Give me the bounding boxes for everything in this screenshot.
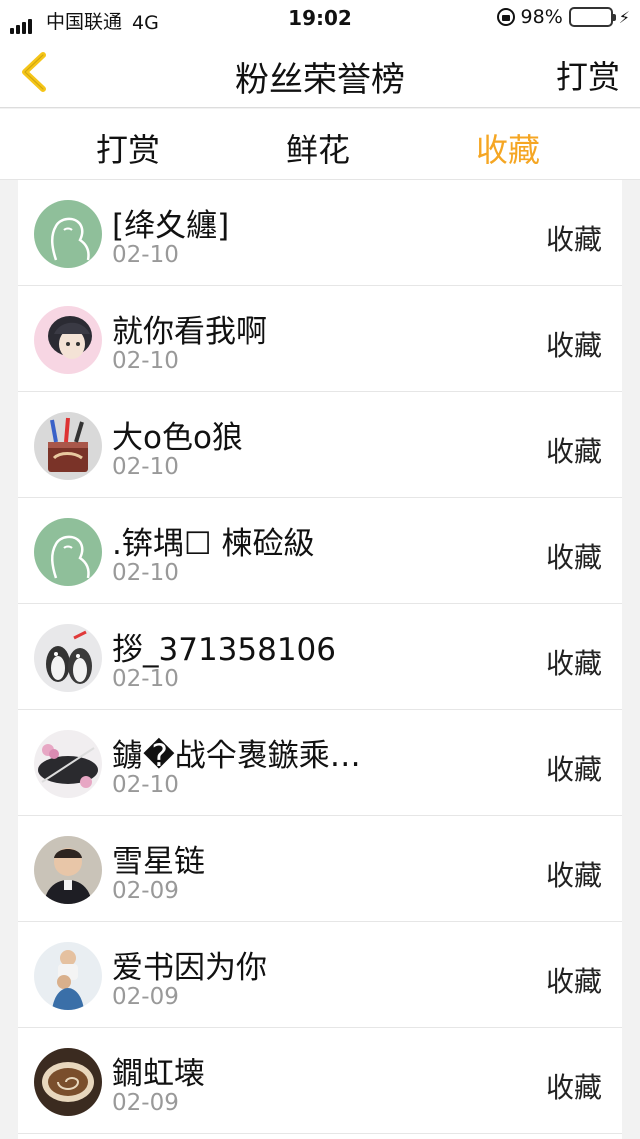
fan-name: 鐗虹壊 — [112, 1056, 205, 1092]
list-item[interactable]: 就你看我啊 02-10 收藏 — [18, 286, 622, 392]
list-item[interactable]: 拶_371358106 02-10 收藏 — [18, 604, 622, 710]
fan-action: 收藏 — [545, 223, 602, 256]
fan-name: 就你看我啊 — [112, 314, 267, 350]
fan-name: 大o色o狼 — [112, 420, 243, 456]
fan-date: 02-10 — [112, 666, 179, 692]
fan-date: 02-09 — [112, 1090, 179, 1116]
avatar — [34, 1048, 102, 1116]
fan-date: 02-10 — [112, 772, 179, 798]
charging-icon: ⚡ — [618, 7, 630, 27]
avatar — [34, 836, 102, 904]
fan-date: 02-09 — [112, 984, 179, 1010]
fan-date: 02-10 — [112, 242, 179, 268]
list-item[interactable]: 鐗虹壊 02-09 收藏 — [18, 1028, 622, 1134]
reward-button[interactable]: 打赏 — [556, 52, 620, 98]
page-title: 粉丝荣誉榜 — [235, 60, 405, 100]
list-item[interactable]: 雪星链 02-09 收藏 — [18, 816, 622, 922]
tab-flowers[interactable]: 鲜花 — [286, 125, 350, 171]
fan-date: 02-10 — [112, 348, 179, 374]
avatar — [34, 624, 102, 692]
fan-action: 收藏 — [545, 753, 602, 786]
fan-name: 鐪�战仐褢鏃乘… — [112, 738, 361, 774]
avatar — [34, 412, 102, 480]
tab-reward[interactable]: 打赏 — [96, 125, 160, 171]
rotation-lock-icon — [496, 8, 515, 26]
fan-action: 收藏 — [545, 1071, 602, 1104]
fan-date: 02-10 — [112, 454, 179, 480]
list-item[interactable]: 鐪�战仐褢鏃乘… 02-10 收藏 — [18, 710, 622, 816]
fan-action: 收藏 — [545, 965, 602, 998]
avatar — [34, 200, 102, 268]
fan-action: 收藏 — [545, 435, 602, 468]
fan-name: 爱书因为你 — [112, 950, 267, 986]
status-right: 98% ⚡ — [496, 6, 630, 28]
fan-name: 雪星链 — [112, 844, 205, 880]
fan-date: 02-09 — [112, 878, 179, 904]
fan-list: [绛夊纏] 02-10 收藏 就你看我啊 02-10 收藏 大o色o狼 02-1… — [18, 180, 622, 1139]
battery-icon — [568, 7, 616, 27]
fan-name: .锛堣☐ 楝硷級 — [112, 526, 315, 562]
avatar — [34, 942, 102, 1010]
tab-favorites[interactable]: 收藏 — [476, 125, 540, 171]
avatar — [34, 306, 102, 374]
avatar — [34, 730, 102, 798]
list-item[interactable]: [绛夊纏] 02-10 收藏 — [18, 180, 622, 286]
fan-name: [绛夊纏] — [112, 208, 230, 244]
fan-action: 收藏 — [545, 329, 602, 362]
status-bar: 中国联通 4G 19:02 98% ⚡ — [0, 0, 640, 36]
avatar — [34, 518, 102, 586]
fan-action: 收藏 — [545, 541, 602, 574]
fan-name: 拶_371358106 — [112, 632, 337, 668]
battery-percent: 98% — [520, 6, 563, 28]
tab-bar: 打赏 鲜花 收藏 — [0, 109, 640, 180]
list-item[interactable]: .锛堣☐ 楝硷級 02-10 收藏 — [18, 498, 622, 604]
nav-bar: 粉丝荣誉榜 打赏 — [0, 36, 640, 108]
fan-date: 02-10 — [112, 560, 179, 586]
list-item[interactable]: 大o色o狼 02-10 收藏 — [18, 392, 622, 498]
fan-action: 收藏 — [545, 647, 602, 680]
list-item[interactable]: 爱书因为你 02-09 收藏 — [18, 922, 622, 1028]
fan-action: 收藏 — [545, 859, 602, 892]
